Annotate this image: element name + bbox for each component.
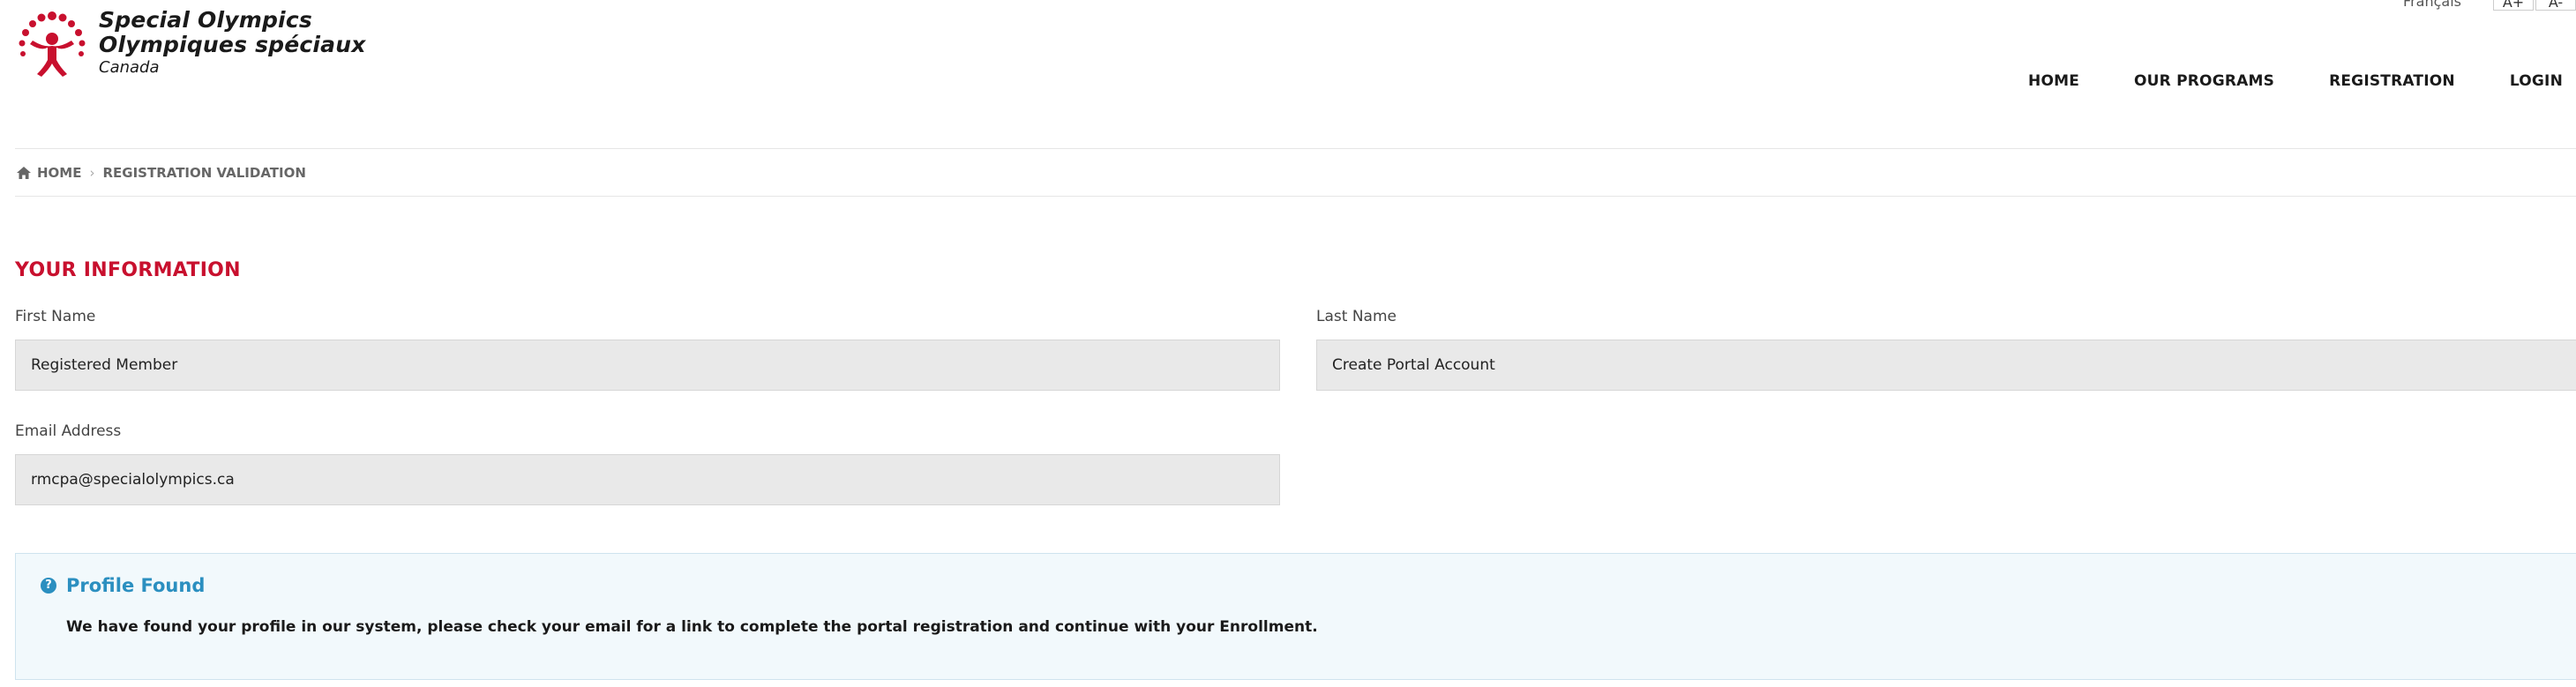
nav-item-login[interactable]: LOGIN bbox=[2482, 72, 2563, 90]
profile-found-alert: ? Profile Found We have found your profi… bbox=[15, 553, 2576, 680]
logo-country: Canada bbox=[99, 58, 160, 77]
last-name-field[interactable] bbox=[1316, 340, 2576, 391]
page: Special Olympics Olympiques spéciaux Can… bbox=[0, 0, 2576, 687]
first-name-field[interactable] bbox=[15, 340, 1280, 391]
header-divider bbox=[15, 148, 2576, 149]
font-increase-button[interactable]: A+ bbox=[2493, 0, 2534, 11]
alert-title: Profile Found bbox=[66, 575, 206, 596]
site-logo[interactable]: Special Olympics Olympiques spéciaux Can… bbox=[14, 4, 385, 83]
special-olympics-logo-icon bbox=[19, 11, 86, 77]
logo-wordmark: Special Olympics Olympiques spéciaux Can… bbox=[99, 9, 366, 76]
email-label: Email Address bbox=[15, 422, 122, 440]
breadcrumb-separator: › bbox=[89, 165, 95, 181]
font-decrease-button[interactable]: A- bbox=[2535, 0, 2576, 11]
utility-bar: Français A+ A- bbox=[2311, 0, 2576, 11]
alert-message: We have found your profile in our system… bbox=[66, 618, 1318, 636]
nav-item-our-programs[interactable]: OUR PROGRAMS bbox=[2107, 72, 2302, 90]
breadcrumb-divider bbox=[15, 196, 2576, 197]
main-nav: HOME OUR PROGRAMS REGISTRATION LOGIN bbox=[2001, 72, 2563, 90]
nav-item-home[interactable]: HOME bbox=[2001, 72, 2107, 90]
last-name-label: Last Name bbox=[1316, 308, 1397, 325]
logo-line-2: Olympiques spéciaux bbox=[99, 32, 366, 57]
breadcrumb: HOME › REGISTRATION VALIDATION bbox=[17, 165, 306, 181]
first-name-label: First Name bbox=[15, 308, 96, 325]
section-title: YOUR INFORMATION bbox=[15, 259, 241, 281]
home-icon[interactable] bbox=[17, 167, 31, 179]
alert-header: ? Profile Found bbox=[41, 575, 205, 596]
language-link[interactable]: Français bbox=[2403, 0, 2461, 10]
email-field[interactable] bbox=[15, 454, 1280, 505]
breadcrumb-current: REGISTRATION VALIDATION bbox=[102, 165, 306, 181]
logo-line-1: Special Olympics bbox=[99, 7, 312, 33]
breadcrumb-home-link[interactable]: HOME bbox=[37, 165, 81, 181]
question-circle-icon: ? bbox=[41, 578, 56, 594]
nav-item-registration[interactable]: REGISTRATION bbox=[2302, 72, 2482, 90]
